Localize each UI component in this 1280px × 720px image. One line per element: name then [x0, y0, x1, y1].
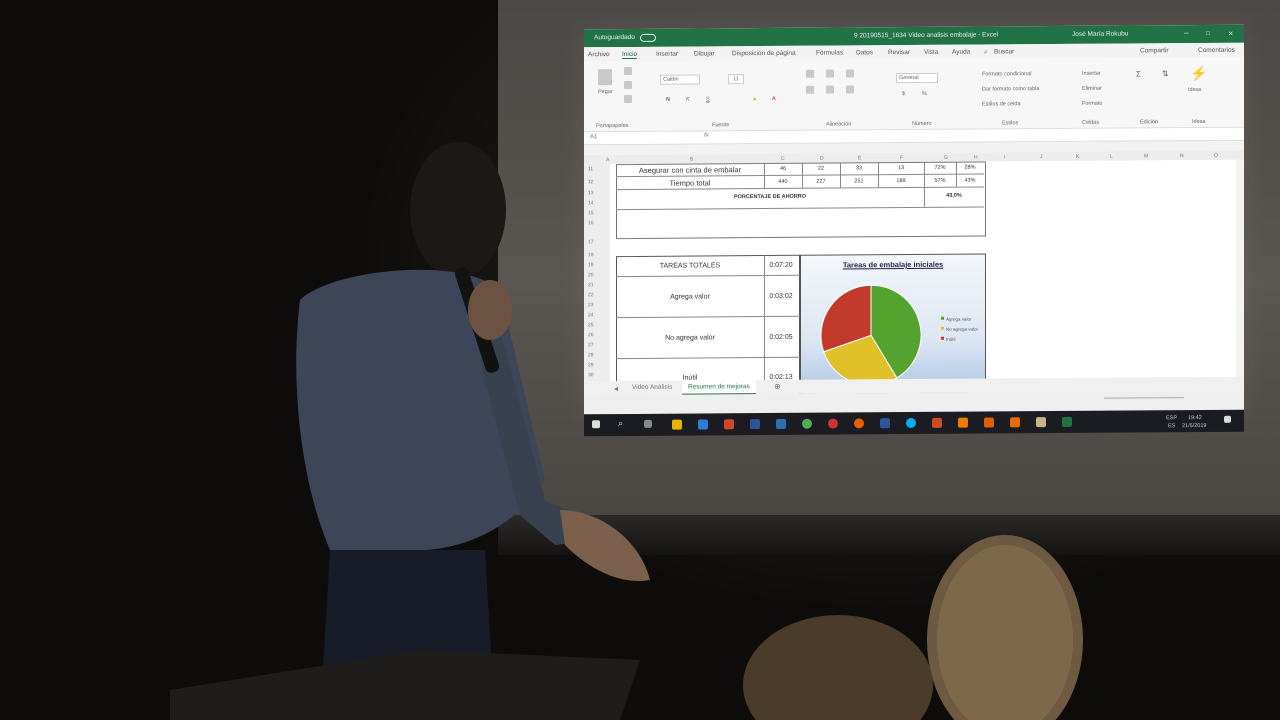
presenter-silhouette: [170, 142, 1083, 720]
